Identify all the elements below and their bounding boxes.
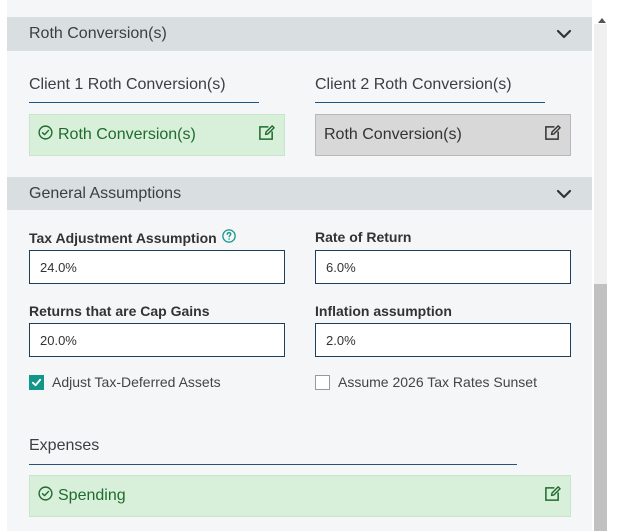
client1-title-rule	[29, 102, 259, 103]
assumptions-section-header[interactable]: General Assumptions	[7, 177, 592, 210]
edit-icon[interactable]	[543, 124, 562, 146]
tax-adjustment-label-text: Tax Adjustment Assumption	[29, 229, 217, 246]
client2-title-rule	[315, 102, 545, 103]
client1-roth-conversion-box[interactable]: Roth Conversion(s)	[29, 114, 285, 156]
spending-box[interactable]: Spending	[29, 475, 571, 517]
adjust-tax-deferred-checkbox[interactable]	[29, 374, 44, 390]
client2-roth-conversion-box[interactable]: Roth Conversion(s)	[315, 114, 571, 156]
edit-icon[interactable]	[257, 124, 276, 146]
client1-roth-title: Client 1 Roth Conversion(s)	[29, 76, 226, 93]
edit-icon[interactable]	[543, 485, 562, 507]
spending-label: Spending	[58, 487, 126, 504]
check-circle-icon	[38, 486, 53, 506]
chevron-down-icon[interactable]	[556, 26, 572, 42]
tax-adjustment-input[interactable]	[29, 250, 285, 284]
tax-sunset-checkbox[interactable]	[315, 374, 330, 390]
tax-adjustment-label: Tax Adjustment Assumption	[29, 229, 236, 246]
page: Roth Conversion(s) Client 1 Roth Convers…	[0, 0, 617, 531]
tax-sunset-row[interactable]: Assume 2026 Tax Rates Sunset	[315, 374, 537, 390]
check-circle-icon	[38, 125, 53, 145]
client1-roth-conversion-label: Roth Conversion(s)	[58, 126, 196, 143]
cap-gains-label: Returns that are Cap Gains	[29, 303, 210, 319]
roth-section-header[interactable]: Roth Conversion(s)	[7, 17, 592, 51]
scroll-up-arrow-icon[interactable]	[597, 11, 607, 23]
inflation-label: Inflation assumption	[315, 303, 452, 319]
expenses-title: Expenses	[29, 437, 100, 454]
cap-gains-input[interactable]	[29, 323, 285, 357]
rate-of-return-label: Rate of Return	[315, 229, 412, 245]
roth-section-title: Roth Conversion(s)	[29, 25, 167, 42]
chevron-down-icon[interactable]	[556, 186, 572, 202]
tax-sunset-label: Assume 2026 Tax Rates Sunset	[338, 374, 537, 390]
client2-roth-conversion-label: Roth Conversion(s)	[324, 126, 462, 143]
adjust-tax-deferred-label: Adjust Tax-Deferred Assets	[52, 374, 221, 390]
scrollbar-thumb[interactable]	[594, 284, 607, 531]
inflation-input[interactable]	[315, 323, 571, 357]
rate-of-return-input[interactable]	[315, 250, 571, 284]
adjust-tax-deferred-row[interactable]: Adjust Tax-Deferred Assets	[29, 374, 221, 390]
expenses-title-rule	[29, 464, 517, 465]
client2-roth-title: Client 2 Roth Conversion(s)	[315, 76, 512, 93]
help-icon[interactable]	[221, 229, 236, 246]
assumptions-section-title: General Assumptions	[29, 184, 182, 202]
